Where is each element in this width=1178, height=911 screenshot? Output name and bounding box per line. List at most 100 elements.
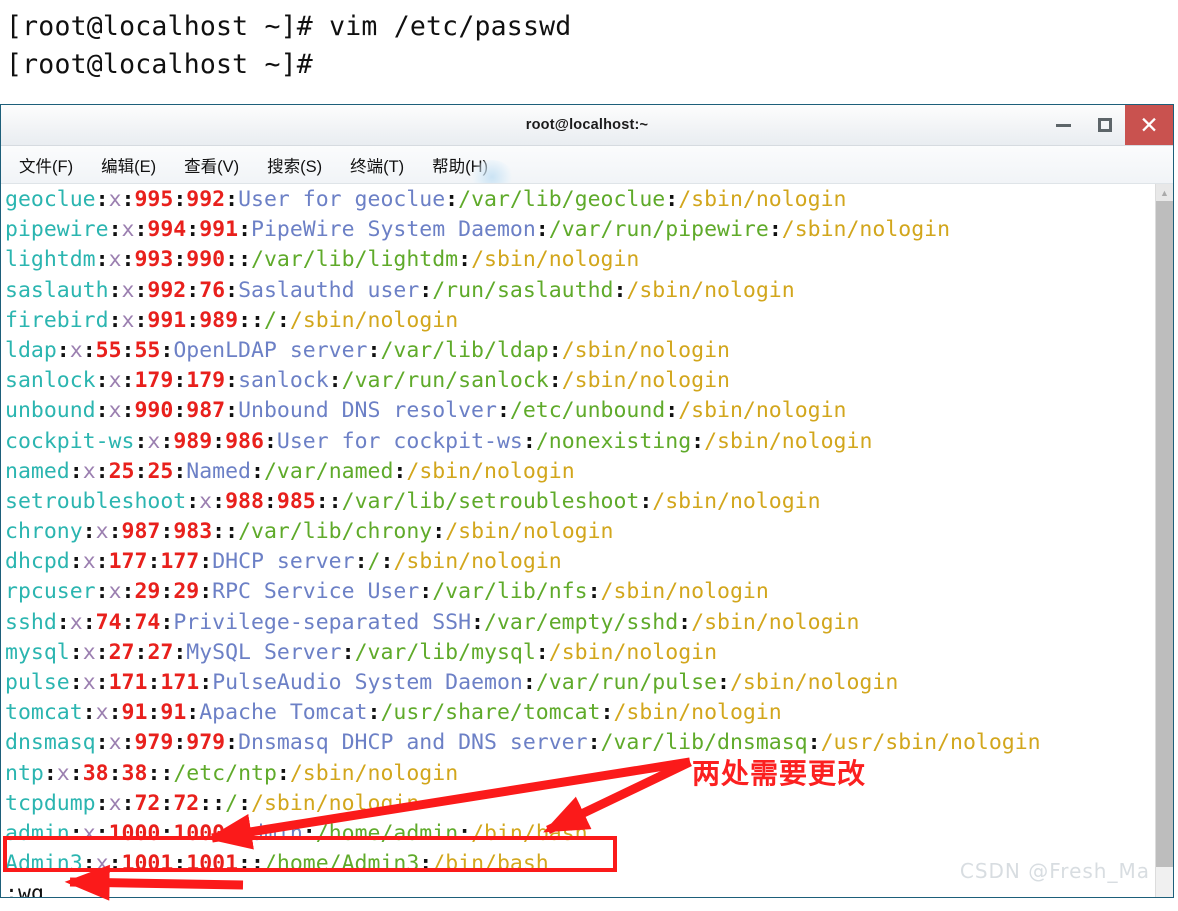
passwd-separator: :: [587, 579, 601, 605]
menu-item-search[interactable]: 搜索(S): [267, 153, 322, 177]
passwd-field-uid: 989: [173, 428, 213, 454]
passwd-field-username: Admin3: [5, 851, 83, 877]
passwd-field-comment: Named: [186, 458, 252, 484]
terminal-window: root@localhost:~ ✕ 文件(F) 编辑(E) 查看(V) 搜索(…: [0, 104, 1174, 898]
passwd-separator: :: [134, 639, 148, 665]
passwd-separator: :: [160, 579, 174, 605]
passwd-field-uid: 994: [147, 217, 187, 243]
passwd-separator: :: [225, 820, 239, 846]
passwd-field-uid: 29: [134, 579, 161, 605]
passwd-separator: :: [212, 790, 226, 816]
passwd-separator: :: [69, 670, 83, 695]
passwd-separator: :: [199, 790, 213, 816]
scrollbar[interactable]: ▲: [1155, 184, 1173, 897]
passwd-separator: :: [134, 428, 148, 454]
passwd-separator: :: [199, 579, 213, 605]
scroll-up-arrow-icon[interactable]: ▲: [1156, 184, 1173, 201]
passwd-field-home: /nonexisting: [535, 428, 692, 454]
passwd-field-password: x: [121, 307, 135, 333]
passwd-field-shell: /sbin/nologin: [613, 700, 782, 726]
shell-prompt-line-2: [root@localhost ~]#: [6, 49, 313, 80]
minimize-button[interactable]: [1043, 105, 1084, 145]
passwd-field-gid: 76: [199, 277, 226, 303]
passwd-field-comment: Unbound DNS resolver: [238, 398, 497, 424]
passwd-separator: :: [160, 820, 174, 846]
passwd-field-password: x: [82, 458, 96, 484]
passwd-field-home: /home/admin: [315, 820, 459, 846]
passwd-separator: :: [548, 368, 562, 394]
passwd-separator: :: [665, 398, 679, 424]
passwd-field-username: sshd: [5, 609, 57, 635]
menu-item-file[interactable]: 文件(F): [19, 153, 73, 177]
passwd-separator: :: [225, 368, 239, 394]
passwd-field-comment: MySQL Server: [186, 639, 342, 665]
passwd-field-shell: /sbin/nologin: [704, 428, 873, 454]
passwd-separator: :: [95, 247, 109, 273]
passwd-separator: :: [56, 609, 70, 635]
passwd-field-home: /var/run/pipewire: [548, 217, 769, 243]
passwd-separator: :: [121, 368, 135, 394]
passwd-separator: :: [276, 760, 290, 786]
passwd-field-home: /var/lib/mysql: [354, 639, 536, 665]
passwd-line: geoclue:x:995:992:User for geoclue:/var/…: [5, 185, 1173, 215]
passwd-field-gid: 991: [199, 217, 239, 243]
passwd-separator: :: [69, 820, 83, 846]
passwd-line: tomcat:x:91:91:Apache Tomcat:/usr/share/…: [5, 698, 1173, 728]
passwd-separator: :: [225, 187, 239, 212]
maximize-button[interactable]: [1084, 105, 1125, 145]
menu-item-help[interactable]: 帮助(H): [432, 153, 488, 177]
window-title: root@localhost:~: [525, 117, 649, 133]
passwd-field-gid: 983: [173, 519, 213, 545]
passwd-field-password: x: [82, 670, 96, 695]
passwd-separator: :: [121, 579, 135, 605]
passwd-separator: :: [238, 307, 252, 333]
passwd-separator: :: [768, 217, 782, 243]
passwd-separator: :: [134, 217, 148, 243]
passwd-field-gid: 1001: [186, 851, 239, 877]
passwd-separator: :: [717, 670, 730, 695]
passwd-separator: :: [56, 337, 70, 363]
scrollbar-thumb[interactable]: [1156, 201, 1173, 867]
passwd-separator: :: [238, 790, 252, 816]
passwd-field-uid: 992: [147, 277, 187, 303]
passwd-separator: :: [173, 368, 187, 394]
passwd-field-password: x: [108, 398, 122, 424]
passwd-separator: :: [43, 760, 57, 786]
passwd-field-username: setroubleshoot: [5, 488, 187, 514]
passwd-separator: :: [134, 277, 148, 303]
passwd-field-username: ldap: [5, 337, 57, 363]
menu-item-terminal[interactable]: 终端(T): [350, 153, 404, 177]
passwd-field-shell: /sbin/nologin: [445, 519, 614, 545]
passwd-field-comment: Dnsmasq DHCP and DNS server: [238, 730, 588, 756]
passwd-field-gid: 72: [173, 790, 200, 816]
passwd-field-shell: /bin/bash: [432, 851, 549, 877]
passwd-separator: :: [147, 670, 161, 695]
passwd-field-password: x: [121, 277, 135, 303]
passwd-separator: :: [82, 851, 96, 877]
passwd-field-username: unbound: [5, 398, 96, 424]
passwd-separator: :: [522, 670, 536, 695]
passwd-field-password: x: [69, 609, 83, 635]
passwd-separator: :: [108, 307, 122, 333]
passwd-line: admin:x:1000:1000:Admin:/home/admin:/bin…: [5, 819, 1173, 849]
passwd-field-username: admin: [5, 820, 70, 846]
passwd-separator: :: [95, 187, 109, 212]
passwd-field-uid: 991: [147, 307, 187, 333]
passwd-separator: :: [613, 277, 627, 303]
passwd-separator: :: [367, 700, 381, 726]
terminal-body[interactable]: geoclue:x:995:992:User for geoclue:/var/…: [1, 184, 1173, 897]
passwd-separator: :: [225, 519, 239, 545]
window-title-bar[interactable]: root@localhost:~ ✕: [1, 105, 1173, 146]
menu-item-edit[interactable]: 编辑(E): [101, 153, 156, 177]
passwd-separator: :: [69, 549, 83, 575]
passwd-separator: :: [95, 820, 109, 846]
passwd-field-comment: User for geoclue: [238, 187, 446, 212]
passwd-separator: :: [95, 458, 109, 484]
menu-item-view[interactable]: 查看(V): [184, 153, 239, 177]
passwd-line: named:x:25:25:Named:/var/named:/sbin/nol…: [5, 457, 1173, 487]
close-button[interactable]: ✕: [1125, 105, 1173, 145]
passwd-field-gid: 985: [276, 488, 316, 514]
passwd-separator: :: [328, 368, 342, 394]
passwd-line: dhcpd:x:177:177:DHCP server:/:/sbin/nolo…: [5, 547, 1173, 577]
passwd-field-shell: /sbin/nologin: [548, 639, 718, 665]
